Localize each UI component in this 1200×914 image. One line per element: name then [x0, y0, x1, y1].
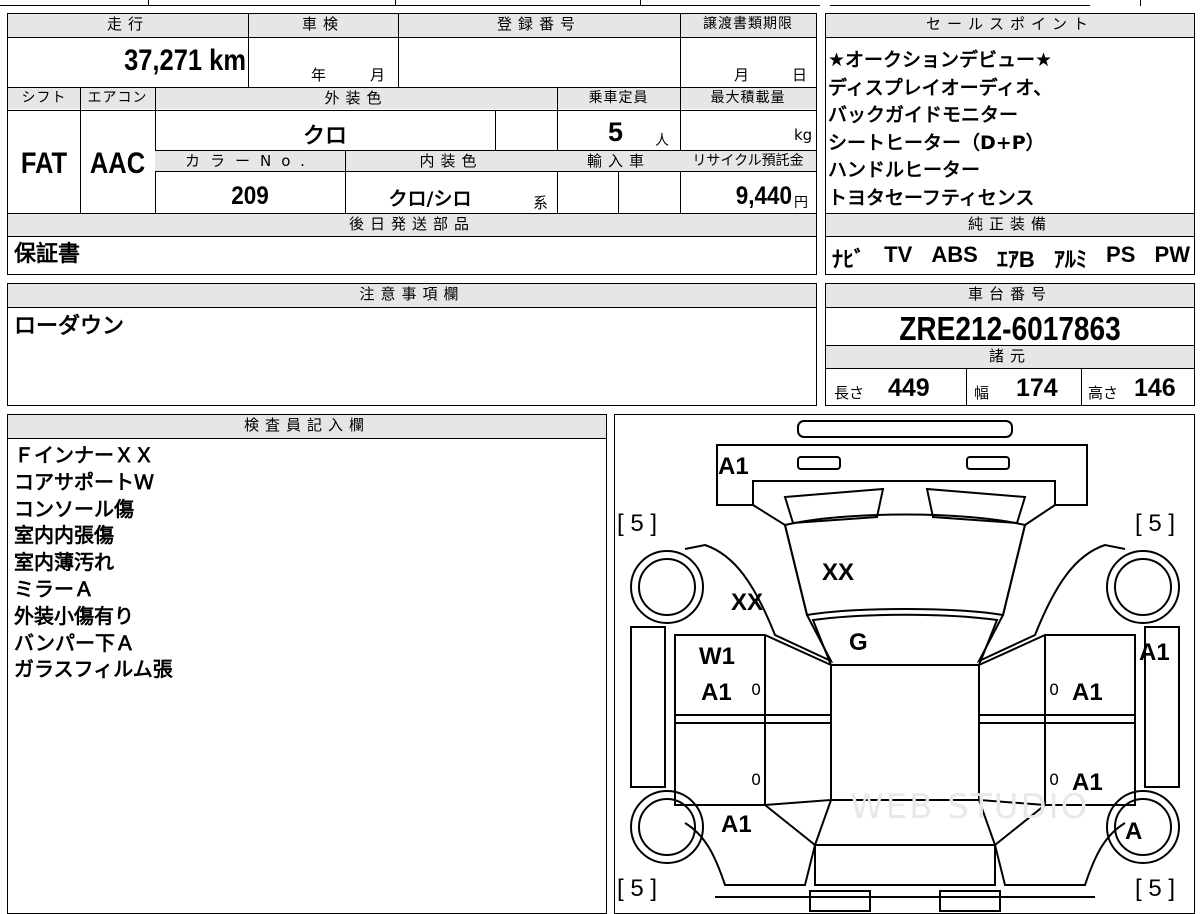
interior-color-label: 内装色	[345, 151, 557, 171]
inspector-note: ミラーＡ	[14, 576, 94, 601]
inspector-label: 検査員記入欄	[8, 415, 606, 438]
color-no-label: カラーNo.	[155, 151, 345, 171]
max-load-unit: kg	[794, 126, 813, 144]
mark-front-left-door-1: W1	[699, 643, 735, 670]
watermark: WEB STUDIO	[850, 787, 1090, 827]
chassis-panel: 車台番号 ZRE212-6017863 諸元 長さ 449 幅 174 高さ 1…	[825, 283, 1195, 406]
recycle-fee-unit: 円	[794, 195, 808, 211]
specs-label: 諸元	[826, 346, 1194, 368]
equipment-list: ﾅﾋﾞ TV ABS ｴｱB ｱﾙﾐ PS PW	[832, 242, 1190, 274]
damage-diagram: WEB STUDIO [ 5 ] [ 5 ] [ 5 ] [ 5 ] A1 XX…	[614, 414, 1195, 914]
mark-right-fender: A1	[1139, 639, 1170, 666]
height-label: 高さ	[1088, 384, 1119, 402]
width-label: 幅	[974, 384, 990, 402]
mark-rear-left-quarter: A1	[721, 811, 752, 838]
inspector-note: 外装小傷有り	[14, 603, 134, 628]
chassis-label: 車台番号	[826, 284, 1194, 307]
exterior-color-value: クロ	[302, 124, 347, 149]
interior-color-value: クロ/シロ	[388, 188, 472, 210]
sales-point-line: シートヒーター（D+P）	[828, 131, 1045, 154]
equipment-navi: ﾅﾋﾞ	[832, 247, 866, 272]
later-parts-label: 後日発送部品	[8, 214, 816, 236]
inspector-note: ＦインナーＸＸ	[14, 443, 154, 467]
tire-rear-left: [ 5 ]	[617, 875, 658, 902]
import-label: 輸入車	[557, 151, 680, 171]
capacity-value: 5	[608, 117, 624, 147]
inspector-panel: 検査員記入欄 ＦインナーＸＸ コアサポートＷ コンソール傷 室内内張傷 室内薄汚…	[7, 414, 607, 914]
max-load-label: 最大積載量	[680, 88, 816, 109]
mileage-label: 走行	[8, 14, 248, 37]
inspector-note: 室内薄汚れ	[14, 550, 114, 575]
mark-rear-right-wheel: A	[1125, 818, 1143, 845]
zero-mark: 0	[751, 680, 762, 699]
sales-point-line: バックガイドモニター	[828, 104, 1019, 126]
inspector-notes: ＦインナーＸＸ コアサポートＷ コンソール傷 室内内張傷 室内薄汚れ ミラーＡ …	[14, 442, 173, 683]
sales-points-list: ★オークションデビュー★ ディスプレイオーディオ、 バックガイドモニター シート…	[828, 47, 1052, 212]
inspection-label: 車検	[248, 14, 398, 37]
sales-point-line: ディスプレイオーディオ、	[828, 76, 1053, 99]
tire-front-left: [ 5 ]	[617, 510, 658, 537]
inspector-note: 室内内張傷	[14, 523, 114, 548]
sales-point-line: ★オークションデビュー★	[828, 49, 1053, 71]
aircon-value: AAC	[89, 147, 146, 180]
later-parts-value: 保証書	[14, 242, 81, 267]
chassis-number: ZRE212-6017863	[899, 310, 1121, 347]
length-label: 長さ	[834, 384, 865, 402]
color-no-value: 209	[231, 182, 269, 210]
mark-bonnet: XX	[822, 559, 855, 586]
aircon-label: エアコン	[80, 88, 155, 109]
mark-front-bumper: A1	[718, 453, 749, 480]
mark-front-right-door: A1	[1072, 679, 1103, 706]
tire-front-right: [ 5 ]	[1135, 510, 1176, 537]
inspector-note: コアサポートＷ	[14, 469, 154, 494]
equipment-abs: ABS	[931, 242, 978, 267]
interior-color-suffix: 系	[533, 194, 549, 212]
equipment-pw: PW	[1154, 242, 1190, 267]
length-value: 449	[888, 374, 930, 402]
inspection-month-unit: 月	[370, 66, 386, 84]
zero-mark: 0	[1049, 770, 1060, 789]
capacity-unit: 人	[655, 133, 669, 149]
mark-front-left-door-2: A1	[701, 679, 732, 706]
inspector-note: ガラスフィルム張	[14, 657, 173, 682]
recycle-fee-value: 9,440	[735, 182, 792, 210]
caution-text: ローダウン	[14, 314, 125, 339]
equipment-tv: TV	[884, 242, 913, 267]
inspection-year-unit: 年	[311, 66, 327, 84]
mark-front-left-fender: XX	[731, 589, 764, 616]
mileage-value: 37,271 km	[124, 44, 246, 77]
capacity-label: 乗車定員	[557, 88, 680, 109]
sales-point-line: ハンドルヒーター	[828, 159, 981, 181]
transfer-month-unit: 月	[734, 66, 750, 84]
width-value: 174	[1016, 374, 1058, 402]
transfer-deadline-label: 譲渡書類期限	[680, 14, 816, 37]
vehicle-info-grid: 走行 車検 登録番号 譲渡書類期限 37,271 km 年 月 月 日 シフト …	[7, 13, 817, 275]
sales-point-line: トヨタセーフティセンス	[828, 186, 1035, 209]
exterior-color-label: 外装色	[155, 88, 557, 109]
shift-label: シフト	[8, 88, 80, 109]
inspector-note: コンソール傷	[14, 496, 134, 521]
transfer-day-unit: 日	[792, 66, 808, 84]
equipment-label: 純正装備	[826, 214, 1194, 236]
shift-value: FAT	[20, 147, 68, 180]
inspector-note: バンパー下Ａ	[14, 630, 135, 655]
tire-rear-right: [ 5 ]	[1135, 875, 1176, 902]
registration-label: 登録番号	[398, 14, 680, 37]
zero-mark: 0	[751, 770, 762, 789]
equipment-alloy: ｱﾙﾐ	[1053, 247, 1087, 272]
recycle-label: リサイクル預託金	[680, 151, 816, 171]
top-strip	[0, 0, 1200, 8]
sales-points-panel: セールスポイント ★オークションデビュー★ ディスプレイオーディオ、 バックガイ…	[825, 13, 1195, 275]
equipment-airbag: ｴｱB	[996, 247, 1035, 272]
zero-mark: 0	[1049, 680, 1060, 699]
mark-rear-right-door: A1	[1072, 769, 1103, 796]
mark-windshield: G	[849, 629, 868, 656]
height-value: 146	[1134, 374, 1176, 402]
caution-label: 注意事項欄	[8, 284, 816, 307]
caution-panel: 注意事項欄 ローダウン	[7, 283, 817, 406]
equipment-ps: PS	[1106, 242, 1136, 267]
sales-points-label: セールスポイント	[826, 14, 1194, 37]
